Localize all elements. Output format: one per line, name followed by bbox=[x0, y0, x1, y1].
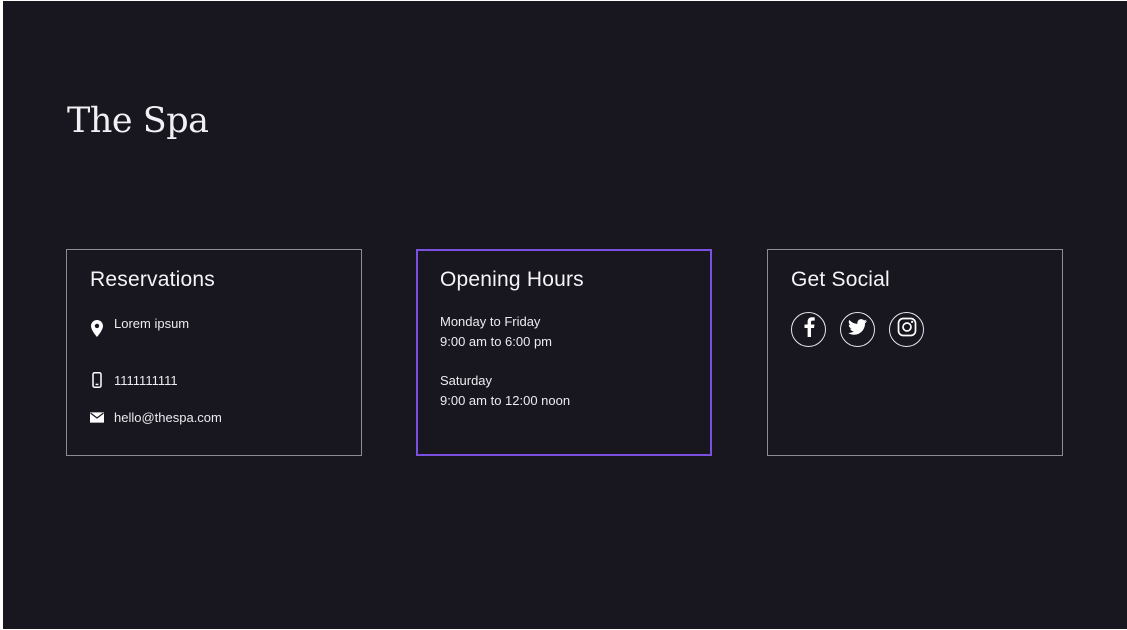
phone-row: 1111111111 bbox=[90, 372, 178, 388]
location-pin-icon bbox=[90, 318, 104, 338]
email-row: hello@thespa.com bbox=[90, 409, 222, 425]
phone-text[interactable]: 1111111111 bbox=[114, 373, 178, 388]
email-link[interactable]: hello@thespa.com bbox=[114, 410, 222, 425]
twitter-button[interactable] bbox=[840, 312, 875, 347]
twitter-icon bbox=[848, 319, 867, 340]
brand-title: The Spa bbox=[67, 101, 209, 141]
weekday-hours: Monday to Friday 9:00 am to 6:00 pm bbox=[440, 312, 688, 352]
opening-hours-heading: Opening Hours bbox=[440, 268, 584, 291]
page-background: The Spa Reservations Lorem ipsum 1111111… bbox=[3, 1, 1127, 629]
facebook-icon bbox=[803, 317, 815, 342]
weekday-time: 9:00 am to 6:00 pm bbox=[440, 334, 553, 349]
saturday-days: Saturday bbox=[440, 373, 493, 388]
get-social-card: Get Social bbox=[767, 249, 1063, 456]
address-row: Lorem ipsum bbox=[90, 316, 189, 338]
saturday-hours: Saturday 9:00 am to 12:00 noon bbox=[440, 371, 688, 411]
facebook-button[interactable] bbox=[791, 312, 826, 347]
reservations-card: Reservations Lorem ipsum 1111111111 hell… bbox=[66, 249, 362, 456]
opening-hours-card: Opening Hours Monday to Friday 9:00 am t… bbox=[416, 249, 712, 456]
instagram-button[interactable] bbox=[889, 312, 924, 347]
social-links bbox=[791, 312, 1039, 347]
envelope-icon bbox=[90, 409, 104, 425]
saturday-time: 9:00 am to 12:00 noon bbox=[440, 393, 571, 408]
weekday-days: Monday to Friday bbox=[440, 314, 541, 329]
mobile-phone-icon bbox=[90, 372, 104, 388]
address-text: Lorem ipsum bbox=[114, 316, 190, 331]
reservations-heading: Reservations bbox=[90, 268, 215, 291]
instagram-icon bbox=[897, 317, 917, 342]
get-social-heading: Get Social bbox=[791, 268, 890, 291]
